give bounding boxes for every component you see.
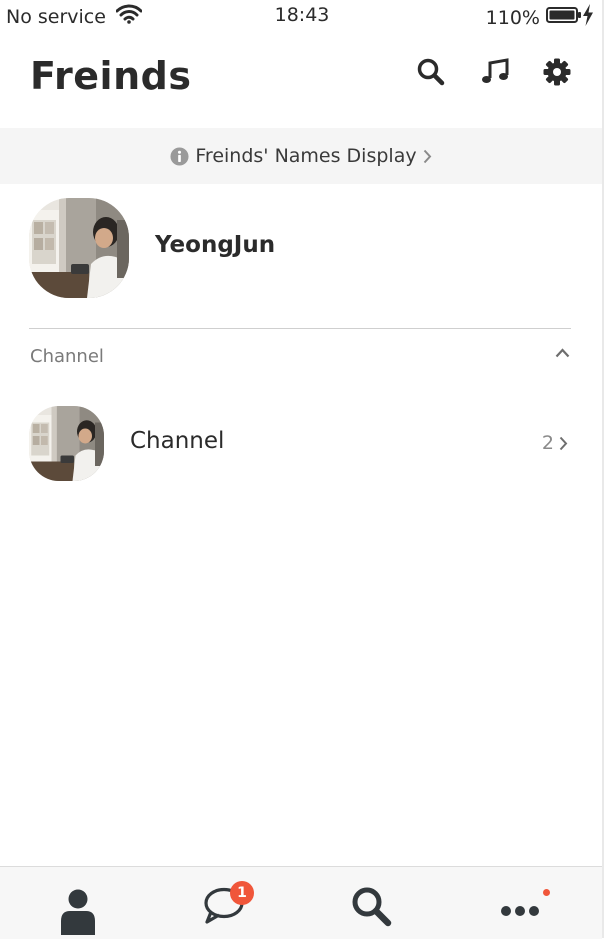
section-title: Channel [30, 346, 104, 367]
chevron-right-icon [423, 149, 432, 164]
info-icon [170, 146, 189, 166]
channel-count-value: 2 [541, 432, 554, 454]
battery-icon [546, 6, 582, 29]
tab-more[interactable] [496, 885, 544, 939]
search-icon [416, 57, 446, 91]
notification-dot [543, 889, 550, 896]
tab-bar: 1 [0, 866, 602, 939]
charging-bolt-icon [582, 4, 594, 31]
channel-count: 2 [542, 432, 568, 454]
music-icon [480, 57, 510, 91]
page-title: Freinds [30, 54, 192, 98]
chevron-right-icon [559, 436, 568, 451]
avatar[interactable] [29, 198, 129, 298]
chevron-up-icon[interactable] [555, 348, 570, 358]
profile-name: YeongJun [155, 232, 276, 258]
divider [29, 328, 571, 329]
person-icon [58, 885, 98, 939]
channel-avatar[interactable] [29, 406, 104, 481]
my-profile-row[interactable]: YeongJun [0, 196, 602, 300]
header: Freinds [0, 42, 604, 122]
list-item[interactable]: Channel 2 [0, 402, 602, 484]
unread-badge: 1 [230, 881, 254, 905]
status-bar: No service 18:43 110% [0, 0, 604, 32]
tab-search[interactable] [347, 885, 395, 939]
search-button[interactable] [415, 58, 447, 90]
gear-icon [542, 57, 572, 91]
channel-section-header[interactable]: Channel [0, 340, 602, 376]
names-display-banner[interactable]: Freinds' Names Display [0, 128, 602, 184]
battery-percent: 110% [485, 6, 540, 29]
tab-friends[interactable] [54, 885, 102, 939]
search-icon [348, 885, 394, 939]
channel-name: Channel [130, 428, 225, 454]
music-button[interactable] [479, 58, 511, 90]
banner-text: Freinds' Names Display [195, 145, 417, 167]
status-right: 110% [486, 4, 594, 31]
more-icon [497, 885, 543, 939]
settings-button[interactable] [541, 58, 573, 90]
